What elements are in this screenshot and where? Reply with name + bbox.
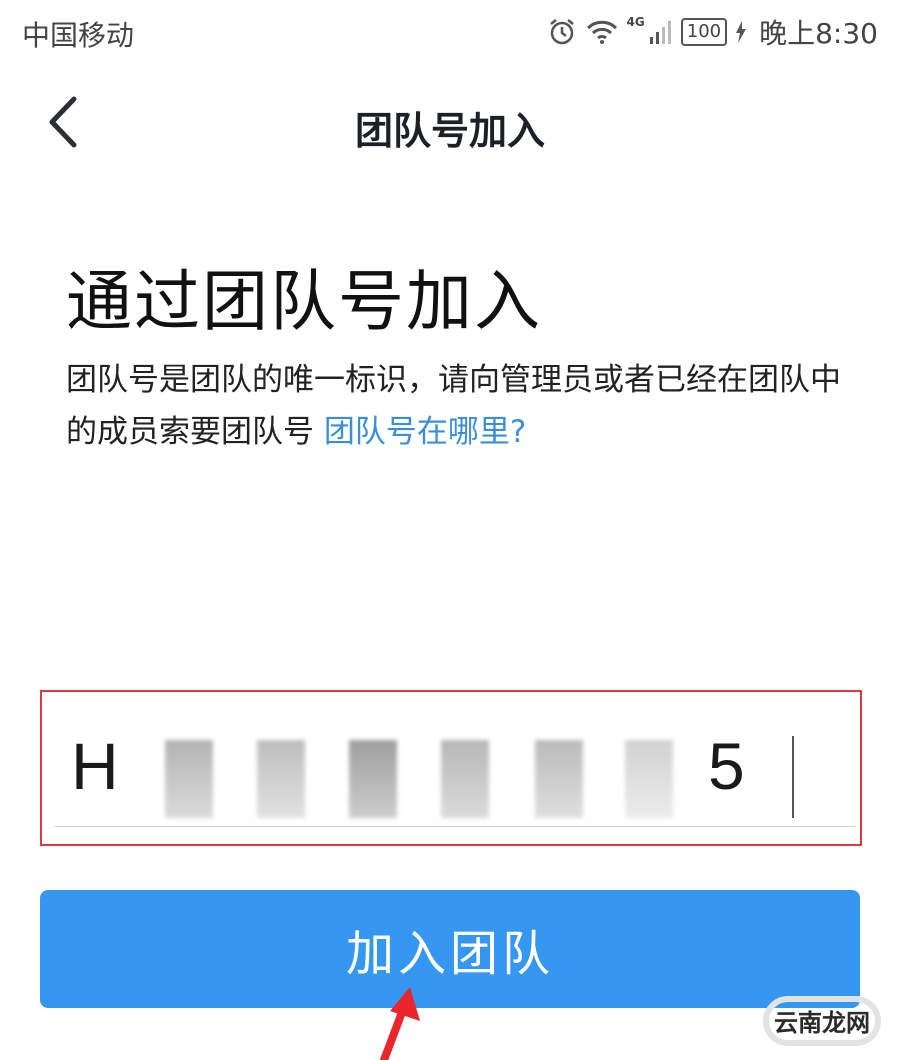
masked-char xyxy=(625,740,673,818)
help-link[interactable]: 团队号在哪里? xyxy=(324,414,526,450)
watermark-logo: 云南龙网 xyxy=(763,996,881,1046)
masked-char xyxy=(535,740,583,818)
wifi-icon xyxy=(585,18,619,46)
carrier-name: 中国移动 xyxy=(22,19,135,52)
alarm-icon xyxy=(547,17,577,47)
clock: 晚上8:30 xyxy=(759,17,878,50)
team-code-input[interactable]: H 5 xyxy=(55,700,855,827)
annotation-arrow-icon xyxy=(380,987,420,1060)
code-first-char: H xyxy=(71,729,119,803)
masked-char xyxy=(441,740,489,818)
section-heading: 通过团队号加入 xyxy=(66,263,542,340)
masked-char xyxy=(165,740,213,818)
description-text: 团队号是团队的唯一标识，请向管理员或者已经在团队中的成员索要团队号 团队号在哪里… xyxy=(66,354,856,458)
join-team-button[interactable]: 加入团队 xyxy=(40,890,860,1008)
status-icons: 4G 100 晚上8:30 xyxy=(547,12,878,52)
text-cursor xyxy=(792,736,794,818)
masked-char xyxy=(349,740,397,818)
status-bar: 中国移动 4G 100 晚上8:30 xyxy=(0,0,900,64)
nav-bar: 团队号加入 xyxy=(0,70,900,180)
page-title: 团队号加入 xyxy=(354,109,545,153)
battery-indicator: 100 xyxy=(680,18,728,46)
code-last-char: 5 xyxy=(708,729,745,803)
watermark-text: 云南龙网 xyxy=(774,1009,870,1037)
signal-icon xyxy=(649,19,673,45)
masked-char xyxy=(257,740,305,818)
network-type: 4G xyxy=(626,15,645,29)
charging-icon xyxy=(735,21,747,43)
